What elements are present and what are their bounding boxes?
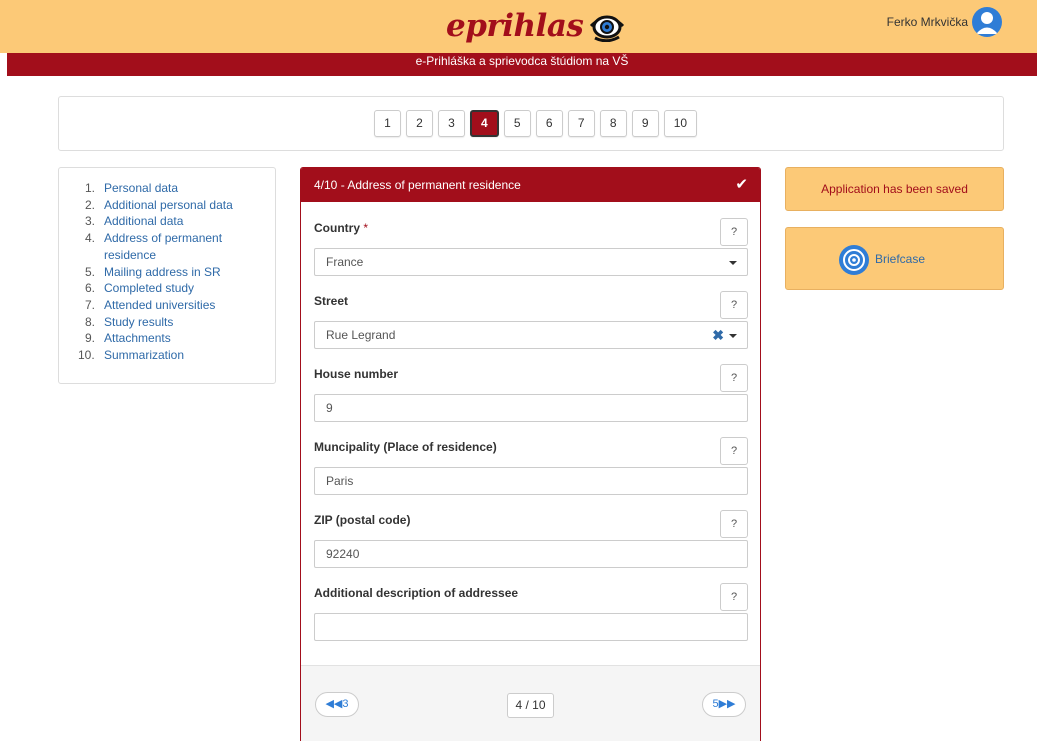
zip-label: ZIP (postal code) bbox=[314, 513, 411, 527]
municipality-field: Muncipality (Place of residence) ? Paris bbox=[314, 433, 748, 495]
form-footer: ◀◀3 4 / 10 5▶▶ bbox=[301, 665, 760, 741]
additional-description-label: Additional description of addressee bbox=[314, 586, 519, 600]
panel-header: 4/10 - Address of permanent residence ✔ bbox=[301, 168, 760, 202]
briefcase-link[interactable]: Briefcase bbox=[785, 227, 1004, 290]
house-number-help-button[interactable]: ? bbox=[720, 364, 748, 392]
house-number-label: House number bbox=[314, 367, 399, 381]
step-button[interactable]: 9 bbox=[631, 110, 659, 137]
check-icon: ✔ bbox=[735, 176, 748, 193]
menu-item-personal-data[interactable]: 1. Personal data bbox=[85, 180, 261, 197]
country-select[interactable]: France bbox=[314, 248, 748, 276]
previous-step-button[interactable]: ◀◀3 bbox=[315, 692, 359, 717]
step-button[interactable]: 2 bbox=[406, 110, 433, 137]
address-form-panel: 4/10 - Address of permanent residence ✔ … bbox=[300, 167, 761, 741]
next-step-button[interactable]: 5▶▶ bbox=[702, 692, 746, 717]
panel-title: 4/10 - Address of permanent residence bbox=[314, 178, 521, 192]
subtitle-bar: e-Prihláška a sprievodca štúdiom na VŠ bbox=[7, 53, 1037, 76]
additional-description-help-button[interactable]: ? bbox=[720, 583, 748, 611]
additional-description-input[interactable] bbox=[314, 613, 748, 641]
logo-text: eprihlas bbox=[446, 8, 584, 44]
step-button[interactable]: 3 bbox=[438, 110, 465, 137]
briefcase-eye-icon bbox=[839, 245, 869, 275]
eye-icon bbox=[590, 15, 625, 42]
double-arrow-left-icon: ◀◀ bbox=[325, 698, 343, 710]
house-number-input[interactable]: 9 bbox=[314, 394, 748, 422]
zip-help-button[interactable]: ? bbox=[720, 510, 748, 538]
user-menu[interactable]: Ferko Mrkvička bbox=[887, 7, 1002, 37]
street-select[interactable]: Rue Legrand ✖ bbox=[314, 321, 748, 349]
country-label: Country * bbox=[314, 221, 369, 235]
step-navigation: 1 2 3 4 5 6 7 8 9 10 bbox=[374, 110, 698, 137]
menu-item-address-permanent[interactable]: 4. Address of permanent residence bbox=[85, 230, 261, 263]
menu-item-additional-data[interactable]: 3. Additional data bbox=[85, 213, 261, 230]
country-help-button[interactable]: ? bbox=[720, 218, 748, 246]
briefcase-label: Briefcase bbox=[875, 252, 926, 266]
menu-item-attachments[interactable]: 9. Attachments bbox=[85, 330, 261, 347]
street-field: Street ? Rue Legrand ✖ bbox=[314, 287, 748, 349]
clear-icon[interactable]: ✖ bbox=[712, 322, 724, 348]
chevron-down-icon bbox=[729, 334, 737, 338]
chevron-down-icon bbox=[729, 261, 737, 265]
street-help-button[interactable]: ? bbox=[720, 291, 748, 319]
country-field: Country * ? France bbox=[314, 214, 748, 276]
house-number-field: House number ? 9 bbox=[314, 360, 748, 422]
menu-item-attended-universities[interactable]: 7. Attended universities bbox=[85, 297, 261, 314]
menu-item-mailing-address[interactable]: 5. Mailing address in SR bbox=[85, 264, 261, 281]
step-button-active[interactable]: 4 bbox=[470, 110, 499, 137]
menu-item-study-results[interactable]: 8. Study results bbox=[85, 314, 261, 331]
step-button[interactable]: 5 bbox=[503, 110, 531, 137]
street-label: Street bbox=[314, 294, 349, 308]
double-arrow-right-icon: ▶▶ bbox=[718, 698, 736, 710]
menu-item-completed-study[interactable]: 6. Completed study bbox=[85, 280, 261, 297]
step-button[interactable]: 8 bbox=[599, 110, 627, 137]
eprihlas-logo[interactable]: eprihlas bbox=[446, 4, 627, 48]
menu-item-additional-personal-data[interactable]: 2. Additional personal data bbox=[85, 197, 261, 214]
municipality-help-button[interactable]: ? bbox=[720, 437, 748, 465]
step-button[interactable]: 1 bbox=[374, 110, 401, 137]
section-menu: 1. Personal data 2. Additional personal da… bbox=[58, 167, 276, 384]
zip-input[interactable]: 92240 bbox=[314, 540, 748, 568]
municipality-input[interactable]: Paris bbox=[314, 467, 748, 495]
subtitle-text: e-Prihláška a sprievodca štúdiom na VŠ bbox=[415, 54, 629, 68]
page-indicator: 4 / 10 bbox=[507, 693, 554, 718]
save-status-message: Application has been saved bbox=[785, 167, 1004, 211]
user-avatar-icon[interactable] bbox=[972, 7, 1002, 37]
top-header: eprihlas Ferko Mrkvička bbox=[0, 0, 1037, 53]
municipality-label: Muncipality (Place of residence) bbox=[314, 440, 497, 454]
menu-item-summarization[interactable]: 10. Summarization bbox=[78, 347, 261, 364]
step-button[interactable]: 7 bbox=[567, 110, 595, 137]
user-name: Ferko Mrkvička bbox=[886, 15, 968, 29]
step-button[interactable]: 6 bbox=[535, 110, 563, 137]
zip-field: ZIP (postal code) ? 92240 bbox=[314, 506, 748, 568]
step-button[interactable]: 10 bbox=[663, 110, 698, 137]
additional-description-field: Additional description of addressee ? bbox=[314, 579, 748, 641]
